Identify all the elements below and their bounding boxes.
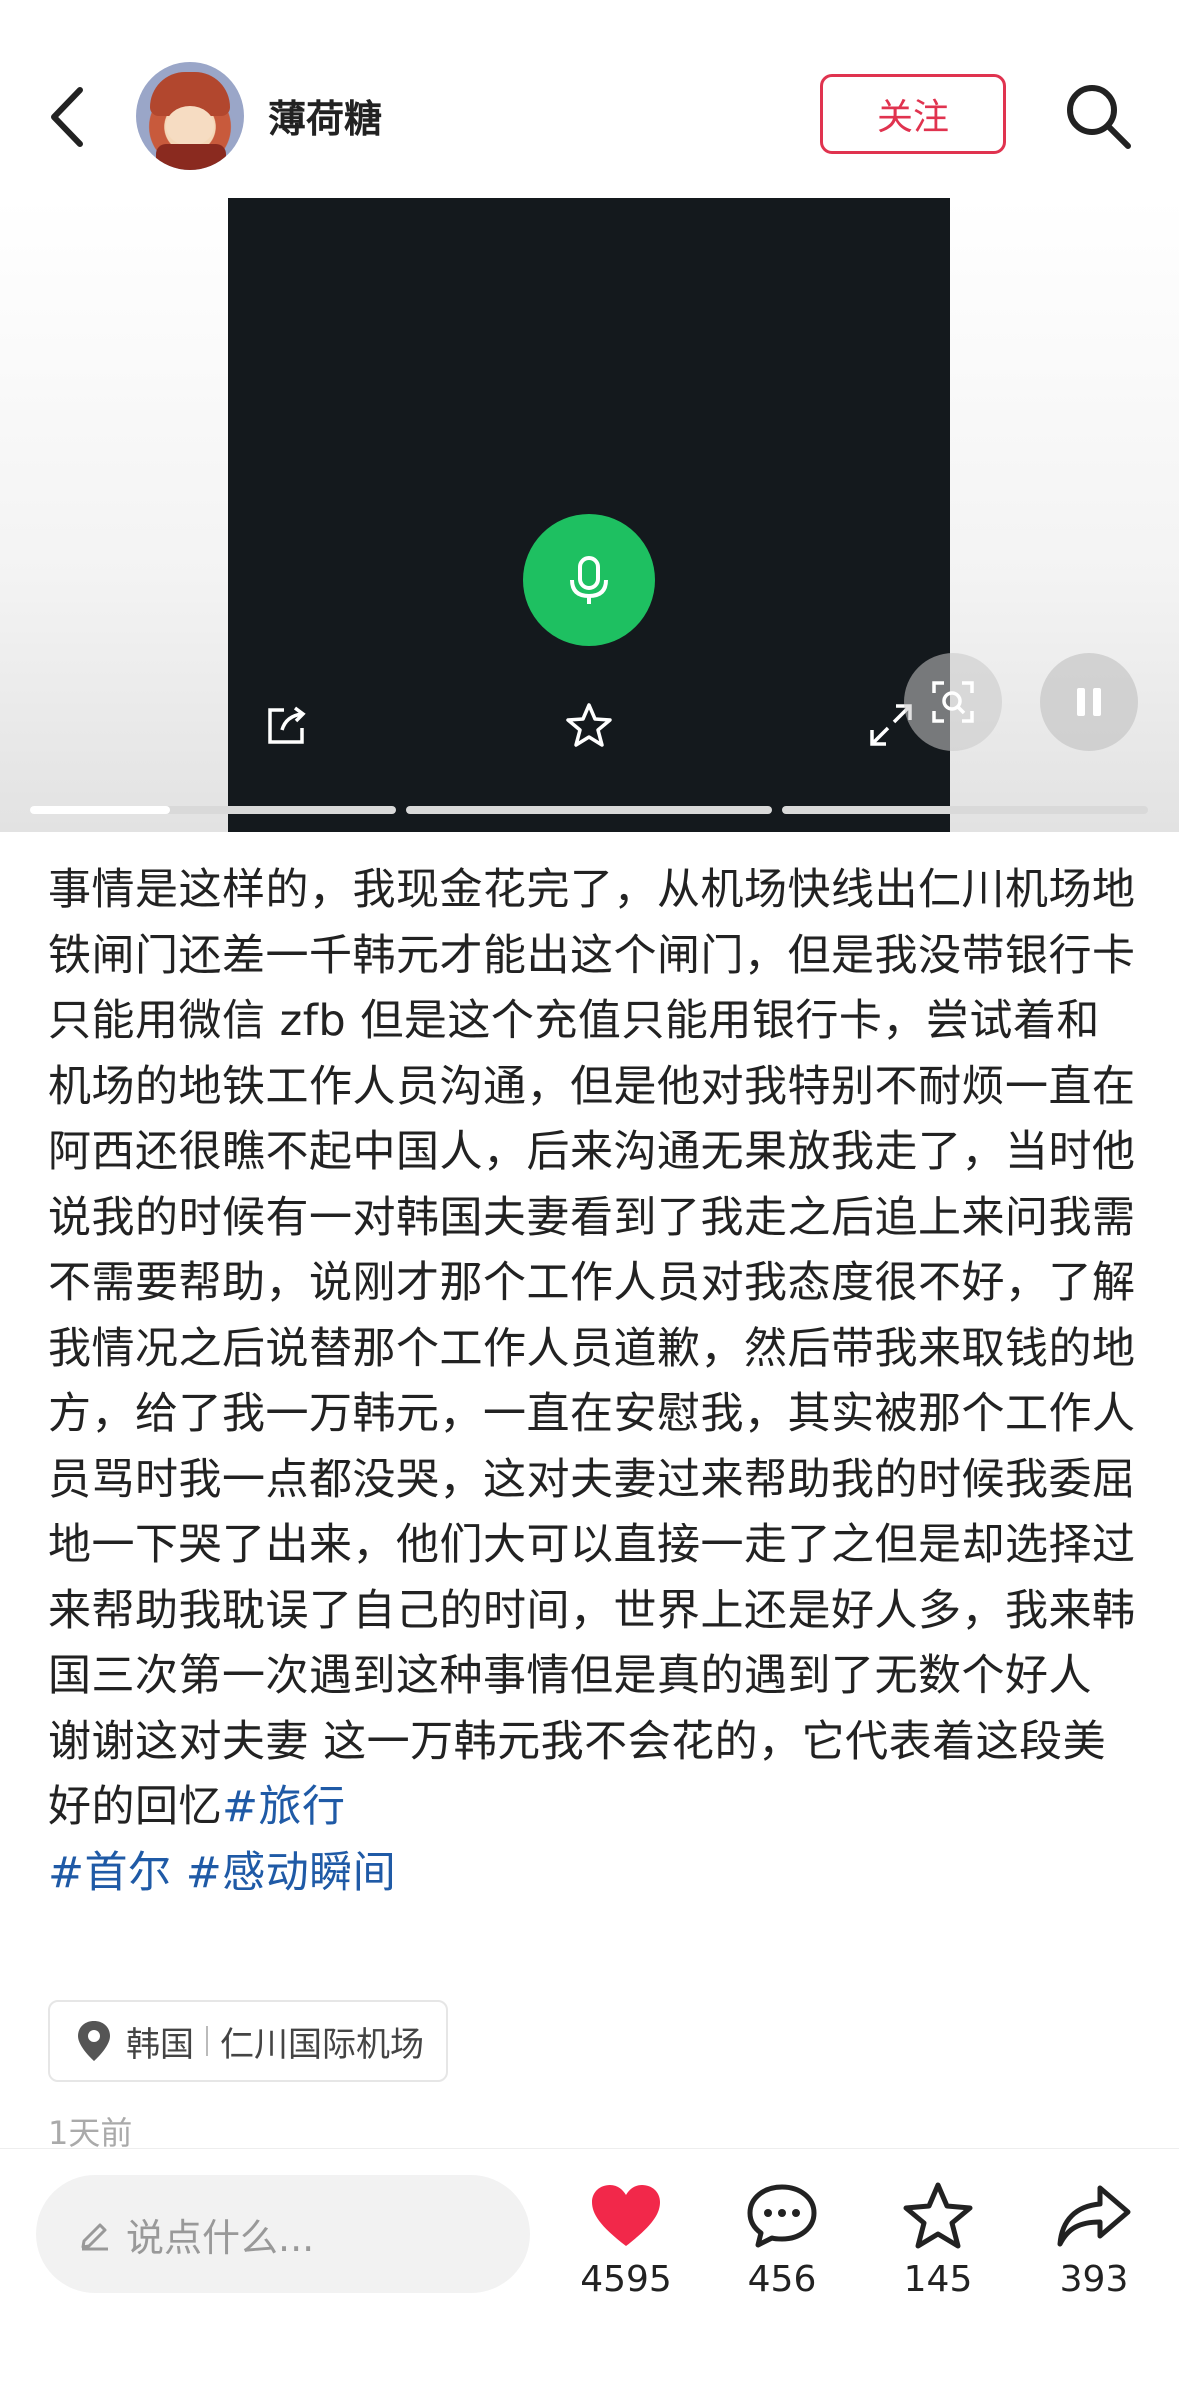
- star-icon: [878, 2179, 998, 2253]
- avatar[interactable]: [136, 62, 244, 170]
- slide-indicator-1: [30, 806, 396, 814]
- star-icon: [564, 700, 614, 754]
- location-country: 韩国: [126, 2024, 194, 2065]
- post-media[interactable]: [0, 198, 1179, 832]
- slide-indicator-2: [406, 806, 772, 814]
- hashtag-touching-moment[interactable]: #感动瞬间: [186, 1848, 397, 1898]
- hashtag-seoul[interactable]: #首尔: [48, 1848, 172, 1898]
- like-button[interactable]: 4595: [566, 2179, 686, 2300]
- location-place: 仁川国际机场: [220, 2024, 424, 2065]
- search-icon[interactable]: [1062, 80, 1134, 152]
- share-arrow-icon: [1034, 2179, 1154, 2253]
- share-icon: [262, 700, 312, 754]
- comment-input[interactable]: 说点什么...: [36, 2175, 530, 2293]
- comment-placeholder: 说点什么...: [126, 2215, 315, 2260]
- like-count: 4595: [580, 2259, 672, 2300]
- username[interactable]: 薄荷糖: [268, 88, 382, 143]
- favorite-count: 145: [903, 2259, 973, 2300]
- share-count: 393: [1059, 2259, 1129, 2300]
- share-button[interactable]: 393: [1034, 2179, 1154, 2300]
- pause-button[interactable]: [1040, 653, 1138, 751]
- favorite-button[interactable]: 145: [878, 2179, 998, 2300]
- slide-indicator-3: [782, 806, 1148, 814]
- comment-bubble-icon: [722, 2179, 842, 2253]
- post-body: 事情是这样的，我现金花完了，从机场快线出仁川机场地铁闸门还差一千韩元才能出这个闸…: [48, 858, 1138, 1906]
- microphone-icon: [523, 514, 655, 646]
- hashtag-travel[interactable]: #旅行: [222, 1782, 346, 1832]
- back-icon[interactable]: [44, 82, 94, 152]
- comment-button[interactable]: 456: [722, 2179, 842, 2300]
- location-divider: [206, 2026, 208, 2056]
- pencil-icon: [81, 2223, 108, 2251]
- location-chip[interactable]: 韩国 仁川国际机场: [48, 2000, 448, 2082]
- scan-icon[interactable]: [904, 653, 1002, 751]
- location-pin-icon: [78, 2021, 110, 2061]
- post-text: 事情是这样的，我现金花完了，从机场快线出仁川机场地铁闸门还差一千韩元才能出这个闸…: [48, 865, 1136, 1832]
- heart-icon: [566, 2179, 686, 2253]
- top-bar: 薄荷糖 关注: [0, 0, 1179, 199]
- bottom-action-bar: 说点什么... 4595 456 145 393: [0, 2148, 1179, 2398]
- follow-button[interactable]: 关注: [820, 74, 1006, 154]
- comment-count: 456: [747, 2259, 817, 2300]
